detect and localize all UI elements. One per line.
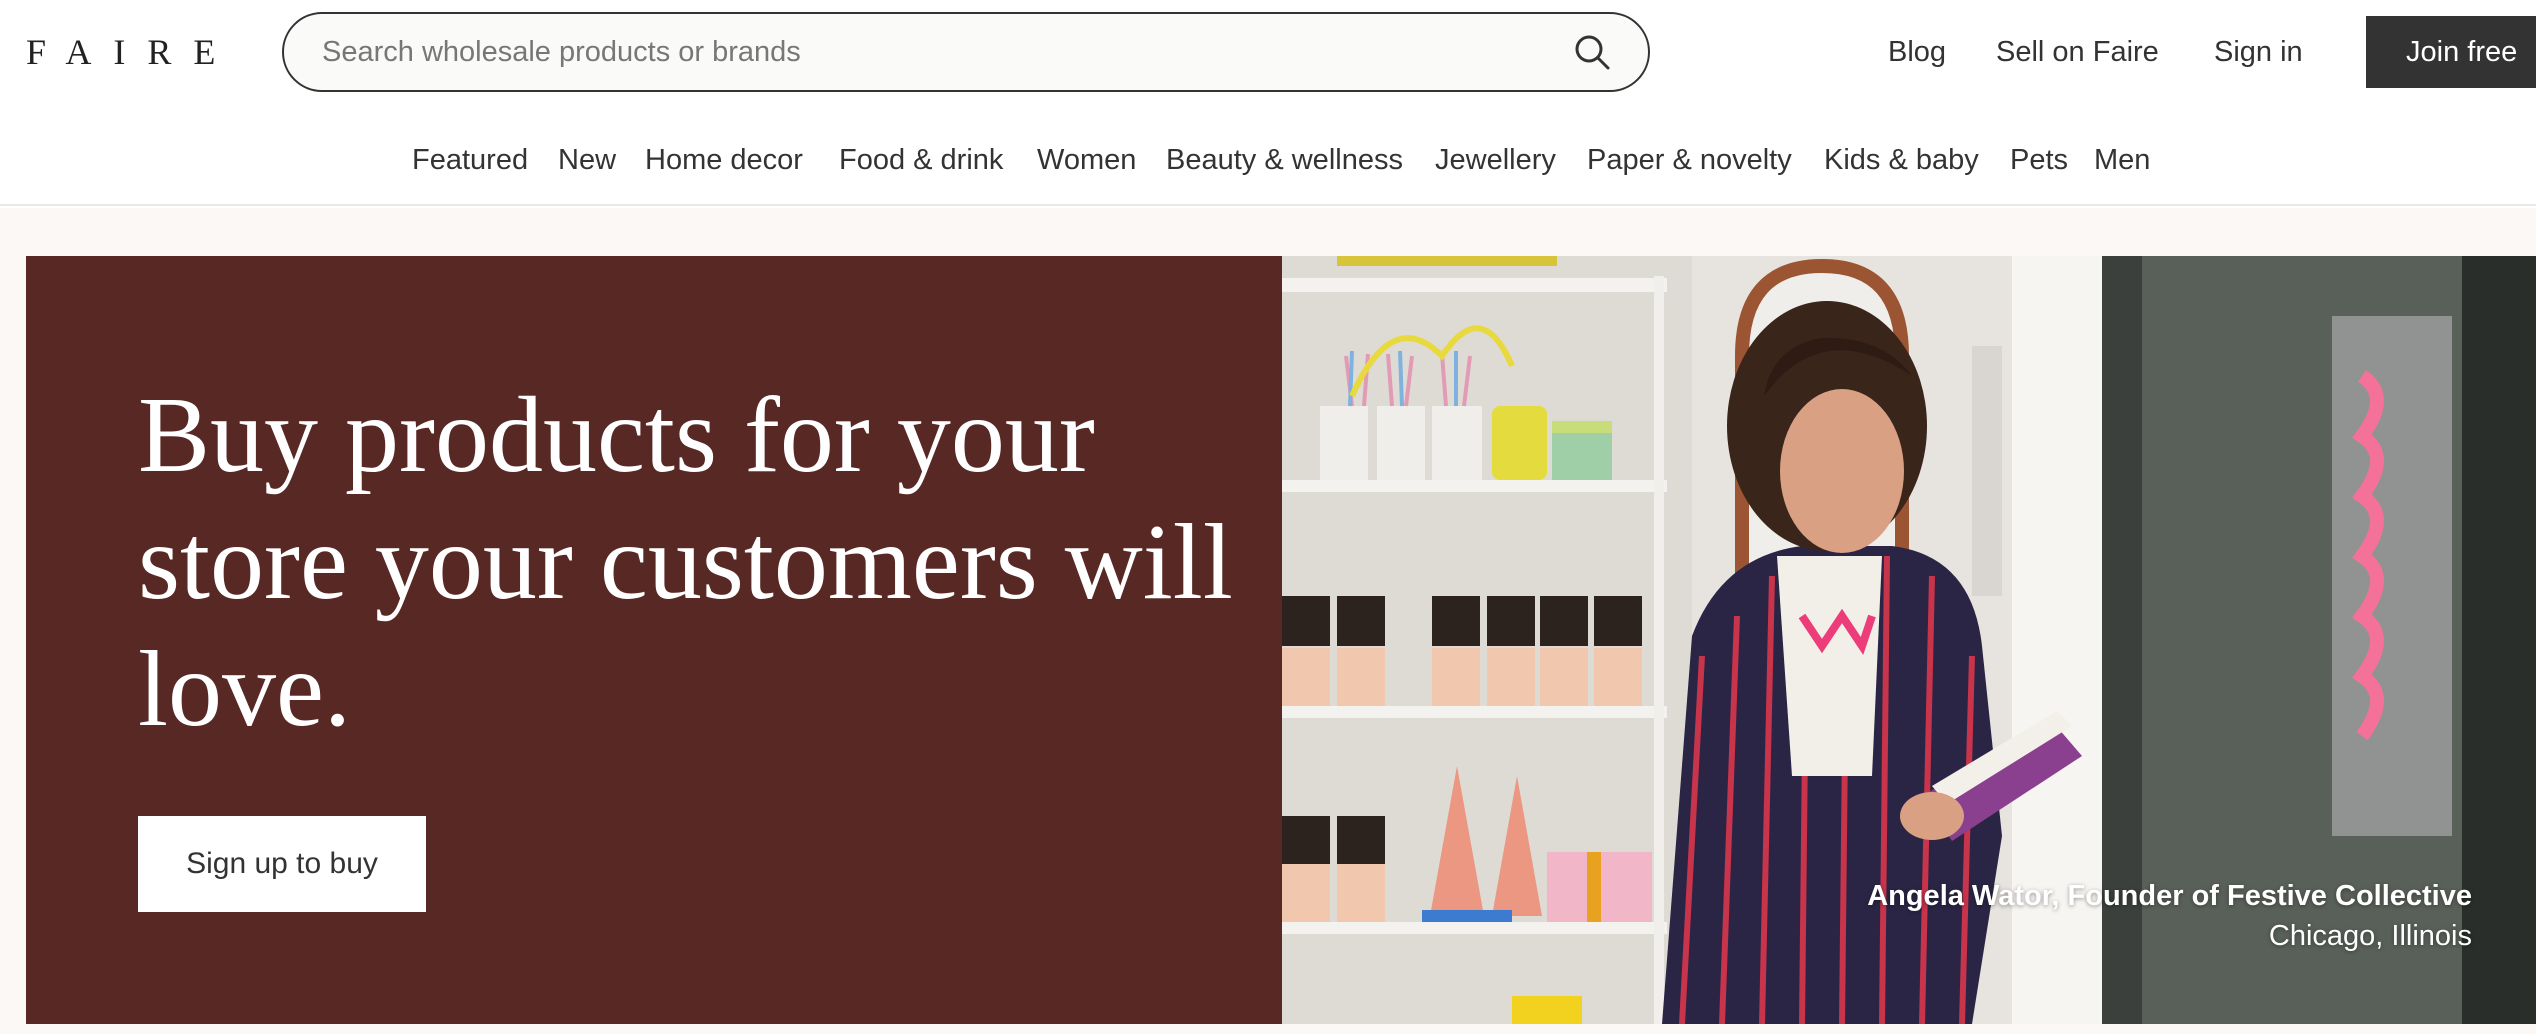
faire-logo[interactable]: FAIRE: [26, 30, 237, 74]
nav-item-jewellery[interactable]: Jewellery: [1435, 138, 1556, 182]
nav-item-food-drink[interactable]: Food & drink: [839, 138, 1003, 182]
hero-headline: Buy products for your store your custome…: [138, 376, 1233, 749]
sign-up-to-buy-button[interactable]: Sign up to buy: [138, 816, 426, 912]
nav-item-women[interactable]: Women: [1037, 138, 1136, 182]
search-input[interactable]: [322, 14, 1522, 90]
nav-item-beauty-wellness[interactable]: Beauty & wellness: [1166, 138, 1403, 182]
nav-item-pets[interactable]: Pets: [2010, 138, 2068, 182]
category-nav: Featured New Home decor Food & drink Wom…: [0, 138, 2536, 182]
nav-item-paper-novelty[interactable]: Paper & novelty: [1587, 138, 1792, 182]
nav-item-featured[interactable]: Featured: [412, 138, 528, 182]
site-header: FAIRE Blog Sell on Faire Sign in Join fr…: [0, 0, 2536, 206]
sell-on-faire-link[interactable]: Sell on Faire: [1996, 30, 2159, 74]
join-free-button[interactable]: Join free: [2366, 16, 2536, 88]
photo-caption-location: Chicago, Illinois: [2268, 920, 2472, 952]
sign-in-link[interactable]: Sign in: [2214, 30, 2303, 74]
nav-item-home-decor[interactable]: Home decor: [645, 138, 803, 182]
search-bar[interactable]: [282, 12, 1650, 92]
blog-link[interactable]: Blog: [1888, 30, 1946, 74]
search-icon[interactable]: [1572, 32, 1612, 72]
nav-item-kids-baby[interactable]: Kids & baby: [1824, 138, 1979, 182]
nav-item-new[interactable]: New: [558, 138, 616, 182]
nav-item-men[interactable]: Men: [2094, 138, 2150, 182]
photo-caption-name: Angela Wator, Founder of Festive Collect…: [1867, 880, 2472, 912]
